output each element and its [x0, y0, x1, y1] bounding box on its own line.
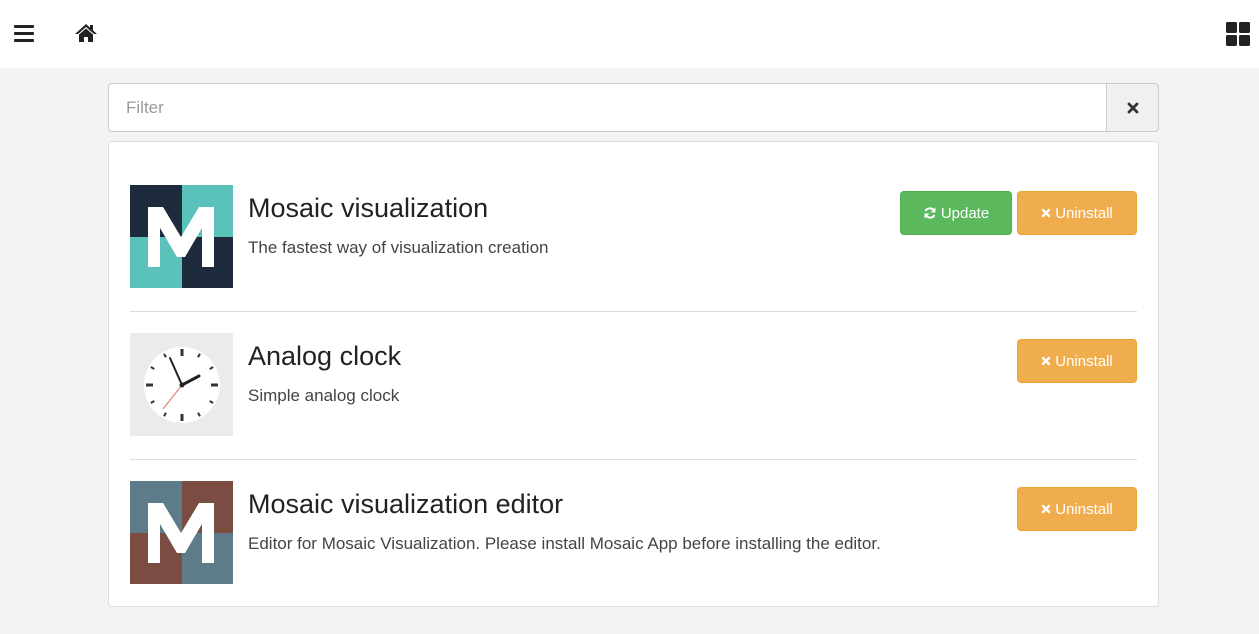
top-navbar — [0, 0, 1259, 68]
update-label: Update — [940, 204, 990, 222]
apps-grid-icon[interactable] — [1226, 22, 1250, 46]
app-description: The fastest way of visualization creatio… — [248, 238, 549, 257]
divider — [130, 459, 1137, 460]
close-icon — [1127, 102, 1138, 113]
mosaic-editor-logo — [130, 481, 233, 584]
app-title: Analog clock — [248, 341, 402, 371]
analog-clock-logo — [130, 333, 233, 436]
remove-icon — [1042, 208, 1051, 218]
uninstall-button[interactable]: Uninstall — [1017, 339, 1137, 383]
divider — [130, 311, 1137, 312]
app-item: Analog clock Simple analog clock Uninsta… — [130, 333, 1137, 460]
app-item: Mosaic visualization The fastest way of … — [130, 185, 1137, 312]
mosaic-visualization-logo — [130, 185, 233, 288]
refresh-icon — [924, 207, 936, 219]
uninstall-button[interactable]: Uninstall — [1017, 487, 1137, 531]
menu-icon[interactable] — [14, 24, 36, 42]
filter-input[interactable] — [108, 83, 1106, 132]
app-item: Mosaic visualization editor Editor for M… — [130, 481, 1137, 591]
app-description: Editor for Mosaic Visualization. Please … — [248, 534, 881, 553]
app-description: Simple analog clock — [248, 386, 400, 405]
filter-group — [108, 83, 1159, 132]
filter-clear-button[interactable] — [1106, 83, 1159, 132]
uninstall-label: Uninstall — [1055, 352, 1113, 370]
apps-panel: Mosaic visualization The fastest way of … — [108, 141, 1159, 607]
uninstall-label: Uninstall — [1055, 204, 1113, 222]
remove-icon — [1042, 356, 1051, 366]
home-icon[interactable] — [74, 22, 98, 44]
app-title: Mosaic visualization — [248, 193, 489, 223]
remove-icon — [1042, 504, 1051, 514]
uninstall-button[interactable]: Uninstall — [1017, 191, 1137, 235]
app-title: Mosaic visualization editor — [248, 489, 564, 519]
uninstall-label: Uninstall — [1055, 500, 1113, 518]
update-button[interactable]: Update — [900, 191, 1012, 235]
